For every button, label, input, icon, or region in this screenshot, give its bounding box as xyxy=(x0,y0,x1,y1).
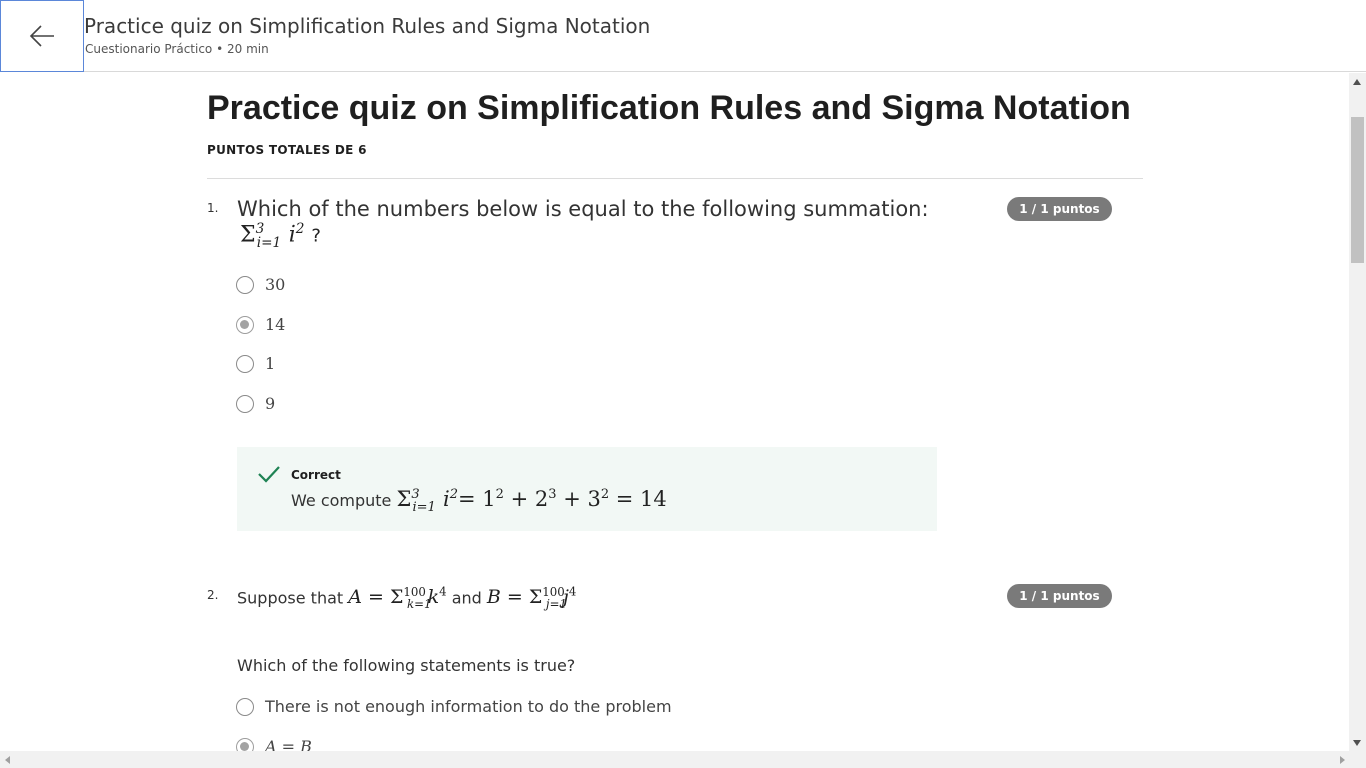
checkmark-icon xyxy=(258,466,280,483)
formula-variable: B xyxy=(486,586,501,609)
back-button[interactable] xyxy=(0,0,84,72)
formula-result: = 14 xyxy=(609,487,667,511)
question-text: Which of the numbers below is equal to t… xyxy=(237,197,929,221)
question-prefix: Suppose that xyxy=(237,588,344,608)
formula-term: + 2 xyxy=(503,487,549,511)
total-points-label: PUNTOS TOTALES DE 6 xyxy=(207,143,367,157)
option-a-equals-b[interactable]: A = B xyxy=(236,737,312,751)
formula-exponent: 2 xyxy=(495,487,504,502)
question-prompt: Which of the following statements is tru… xyxy=(237,656,576,675)
radio-button[interactable] xyxy=(236,354,254,373)
feedback-box: Correct We compute Σ3i=1 i2= 12 + 23 + 32… xyxy=(237,447,937,531)
radio-button-selected[interactable] xyxy=(236,737,254,751)
formula-variable: i xyxy=(443,487,450,511)
header-subtitle: Cuestionario Práctico • 20 min xyxy=(85,42,269,56)
scroll-up-arrow-icon[interactable] xyxy=(1353,79,1361,85)
option-30[interactable]: 30 xyxy=(236,275,285,294)
sum-limits: 100j=1 xyxy=(542,585,585,611)
sigma-symbol: Σ xyxy=(396,487,412,511)
formula-exponent: 2 xyxy=(600,487,610,502)
formula-term: = 1 xyxy=(458,487,496,511)
question-number: 1. xyxy=(207,201,219,215)
divider xyxy=(207,178,1143,179)
radio-button[interactable] xyxy=(236,275,254,294)
lower-limit: i=1 xyxy=(256,234,282,251)
radio-button[interactable] xyxy=(236,697,254,716)
formula-term: + 3 xyxy=(556,487,601,511)
option-not-enough-info[interactable]: There is not enough information to do th… xyxy=(236,697,672,716)
question-number: 2. xyxy=(207,588,219,602)
formula-term: = Σ xyxy=(361,586,404,609)
horizontal-scrollbar[interactable] xyxy=(0,751,1366,768)
formula-exponent: 2 xyxy=(449,487,458,502)
option-label: There is not enough information to do th… xyxy=(265,697,672,716)
radio-button-selected[interactable] xyxy=(236,315,254,334)
feedback-prefix: We compute xyxy=(291,491,392,510)
formula-b: B = Σ100j=1j4 xyxy=(486,585,576,611)
option-label: 30 xyxy=(265,275,286,294)
option-label: 1 xyxy=(265,354,276,373)
feedback-text: We compute Σ3i=1 i2= 12 + 23 + 32 = 14 xyxy=(291,487,667,515)
option-14[interactable]: 14 xyxy=(236,315,285,334)
formula-exponent: 2 xyxy=(295,221,305,237)
sum-limits: 3i=1 xyxy=(411,487,443,515)
sum-limits: 3i=1 xyxy=(256,221,289,251)
arrow-left-icon xyxy=(29,25,54,47)
formula-variable: i xyxy=(288,222,296,248)
lower-limit: k=1 xyxy=(407,597,432,612)
radio-button[interactable] xyxy=(236,394,254,413)
header-title: Practice quiz on Simplification Rules an… xyxy=(84,14,651,38)
lower-limit: j=1 xyxy=(545,597,567,612)
feedback-formula: Σ3i=1 i2= 12 + 23 + 32 = 14 xyxy=(396,487,667,515)
lower-limit: i=1 xyxy=(412,500,436,516)
score-badge: 1 / 1 puntos xyxy=(1007,197,1112,221)
and-text: and xyxy=(451,588,482,608)
question-mark: ? xyxy=(311,225,321,247)
vertical-scrollbar-thumb[interactable] xyxy=(1351,117,1364,263)
option-label: A = B xyxy=(265,737,312,751)
formula-variable: A xyxy=(348,586,362,609)
scroll-right-arrow-icon[interactable] xyxy=(1340,756,1345,764)
question-text: Suppose that A = Σ100k=1k4 and B = Σ100j… xyxy=(237,585,576,611)
sum-limits: 100k=1 xyxy=(403,585,450,611)
formula-term: = Σ xyxy=(500,586,543,609)
question-formula: Σ3i=1 i2 ? xyxy=(240,221,321,251)
option-1[interactable]: 1 xyxy=(236,354,275,373)
option-label: 9 xyxy=(265,394,276,413)
scroll-left-arrow-icon[interactable] xyxy=(5,756,10,764)
option-9[interactable]: 9 xyxy=(236,394,275,413)
score-badge: 1 / 1 puntos xyxy=(1007,584,1112,608)
feedback-status: Correct xyxy=(291,468,341,482)
sigma-symbol: Σ xyxy=(240,222,256,248)
page-title: Practice quiz on Simplification Rules an… xyxy=(207,89,1131,127)
option-label: 14 xyxy=(265,315,286,334)
top-header: Practice quiz on Simplification Rules an… xyxy=(0,0,1366,72)
formula-exponent: 3 xyxy=(548,487,557,502)
formula-a: A = Σ100k=1k4 xyxy=(348,585,446,611)
quiz-content[interactable]: Practice quiz on Simplification Rules an… xyxy=(0,73,1349,751)
scroll-down-arrow-icon[interactable] xyxy=(1353,740,1361,746)
